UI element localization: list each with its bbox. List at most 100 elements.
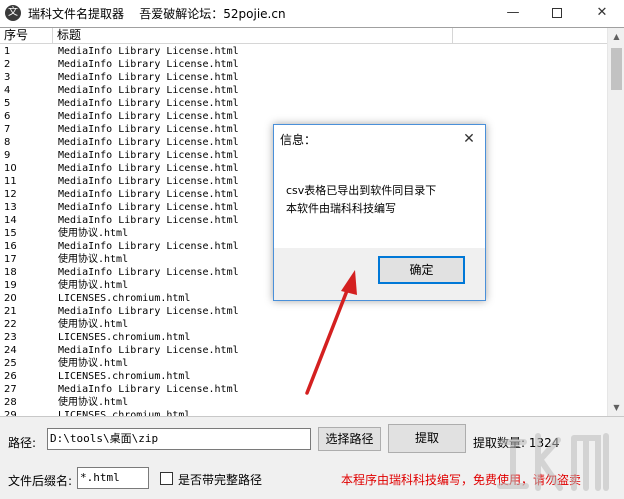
window-title: 瑞科文件名提取器 吾爱破解论坛：52pojie.cn xyxy=(28,7,286,21)
row-title: MediaInfo Library License.html xyxy=(58,124,239,135)
row-title: 使用协议.html xyxy=(58,319,129,330)
row-title: MediaInfo Library License.html xyxy=(58,111,239,122)
watermark-logo-icon xyxy=(497,433,609,491)
row-title: MediaInfo Library License.html xyxy=(58,72,239,83)
full-path-label[interactable]: 是否带完整路径 xyxy=(178,471,262,488)
row-number: 9 xyxy=(4,150,11,161)
dialog-message: csv表格已导出到软件同目录下 本软件由瑞科科技编写 xyxy=(286,182,436,218)
row-title: MediaInfo Library License.html xyxy=(58,59,239,70)
path-input[interactable]: D:\tools\桌面\zip xyxy=(47,428,311,450)
close-button[interactable]: ✕ xyxy=(580,0,624,27)
row-number: 5 xyxy=(4,98,11,109)
row-title: 使用协议.html xyxy=(58,358,129,369)
row-number: 4 xyxy=(4,85,11,96)
row-number: 28 xyxy=(4,397,17,408)
row-title: LICENSES.chromium.html xyxy=(58,371,191,382)
list-item[interactable]: 24 MediaInfo Library License.html xyxy=(0,344,607,357)
row-title: MediaInfo Library License.html xyxy=(58,267,239,278)
app-icon: 文 xyxy=(5,5,21,21)
column-header-number[interactable]: 序号 xyxy=(0,28,53,44)
dialog-close-button[interactable]: ✕ xyxy=(458,129,480,149)
row-number: 1 xyxy=(4,46,11,57)
list-item[interactable]: 2 MediaInfo Library License.html xyxy=(0,58,607,71)
row-title: MediaInfo Library License.html xyxy=(58,137,239,148)
row-number: 18 xyxy=(4,267,17,278)
row-title: MediaInfo Library License.html xyxy=(58,306,239,317)
list-item[interactable]: 4 MediaInfo Library License.html xyxy=(0,84,607,97)
row-title: MediaInfo Library License.html xyxy=(58,189,239,200)
vertical-scrollbar[interactable]: ▲ ▼ xyxy=(607,28,624,416)
row-number: 15 xyxy=(4,228,17,239)
row-number: 22 xyxy=(4,319,17,330)
row-title: MediaInfo Library License.html xyxy=(58,46,239,57)
scroll-down-icon[interactable]: ▼ xyxy=(608,399,624,416)
row-number: 2 xyxy=(4,59,11,70)
row-title: MediaInfo Library License.html xyxy=(58,215,239,226)
scroll-up-icon[interactable]: ▲ xyxy=(608,28,624,45)
row-number: 24 xyxy=(4,345,17,356)
row-title: MediaInfo Library License.html xyxy=(58,241,239,252)
path-label: 路径: xyxy=(8,436,37,450)
row-title: MediaInfo Library License.html xyxy=(58,384,239,395)
title-bar: 文 瑞科文件名提取器 吾爱破解论坛：52pojie.cn — ✕ xyxy=(0,0,624,27)
list-item[interactable]: 23 LICENSES.chromium.html xyxy=(0,331,607,344)
row-number: 6 xyxy=(4,111,11,122)
list-item[interactable]: 21 MediaInfo Library License.html xyxy=(0,305,607,318)
row-title: 使用协议.html xyxy=(58,254,129,265)
dialog-footer: 确定 xyxy=(274,248,485,300)
list-item[interactable]: 29 LICENSES.chromium.html xyxy=(0,409,607,417)
list-item[interactable]: 22 使用协议.html xyxy=(0,318,607,331)
dialog-message-line-2: 本软件由瑞科科技编写 xyxy=(286,202,396,215)
row-title: 使用协议.html xyxy=(58,228,129,239)
row-title: LICENSES.chromium.html xyxy=(58,410,191,417)
list-item[interactable]: 27 MediaInfo Library License.html xyxy=(0,383,607,396)
list-item[interactable]: 25 使用协议.html xyxy=(0,357,607,370)
choose-path-button[interactable]: 选择路径 xyxy=(318,427,381,451)
dialog-message-line-1: csv表格已导出到软件同目录下 xyxy=(286,184,437,197)
row-number: 10 xyxy=(4,163,17,174)
row-title: MediaInfo Library License.html xyxy=(58,176,239,187)
list-item[interactable]: 28 使用协议.html xyxy=(0,396,607,409)
list-item[interactable]: 26 LICENSES.chromium.html xyxy=(0,370,607,383)
full-path-checkbox[interactable] xyxy=(160,472,173,485)
row-title: LICENSES.chromium.html xyxy=(58,293,191,304)
row-number: 14 xyxy=(4,215,17,226)
row-number: 3 xyxy=(4,72,11,83)
row-title: MediaInfo Library License.html xyxy=(58,98,239,109)
row-number: 27 xyxy=(4,384,17,395)
row-title: LICENSES.chromium.html xyxy=(58,332,191,343)
extension-label: 文件后缀名: xyxy=(8,474,73,488)
dialog-title: 信息： xyxy=(280,133,317,147)
row-title: 使用协议.html xyxy=(58,280,129,291)
row-number: 29 xyxy=(4,410,17,417)
row-title: 使用协议.html xyxy=(58,397,129,408)
list-item[interactable]: 1 MediaInfo Library License.html xyxy=(0,45,607,58)
row-number: 21 xyxy=(4,306,17,317)
list-item[interactable]: 3 MediaInfo Library License.html xyxy=(0,71,607,84)
row-number: 20 xyxy=(4,293,17,304)
row-title: MediaInfo Library License.html xyxy=(58,202,239,213)
minimize-button[interactable]: — xyxy=(491,0,535,27)
maximize-button[interactable] xyxy=(535,0,579,27)
extension-input[interactable]: *.html xyxy=(77,467,149,489)
row-number: 12 xyxy=(4,189,17,200)
column-header-title[interactable]: 标题 xyxy=(53,28,453,44)
list-item[interactable]: 5 MediaInfo Library License.html xyxy=(0,97,607,110)
row-title: MediaInfo Library License.html xyxy=(58,150,239,161)
row-number: 19 xyxy=(4,280,17,291)
extract-button[interactable]: 提取 xyxy=(388,424,466,453)
row-number: 7 xyxy=(4,124,11,135)
row-number: 25 xyxy=(4,358,17,369)
row-number: 26 xyxy=(4,371,17,382)
scroll-thumb[interactable] xyxy=(611,48,622,90)
row-number: 13 xyxy=(4,202,17,213)
row-number: 11 xyxy=(4,176,17,187)
row-number: 16 xyxy=(4,241,17,252)
list-item[interactable]: 6 MediaInfo Library License.html xyxy=(0,110,607,123)
list-header: 序号 标题 xyxy=(0,28,607,44)
ok-button[interactable]: 确定 xyxy=(378,256,465,284)
row-title: MediaInfo Library License.html xyxy=(58,163,239,174)
row-title: MediaInfo Library License.html xyxy=(58,345,239,356)
maximize-icon xyxy=(552,7,562,18)
row-number: 8 xyxy=(4,137,11,148)
